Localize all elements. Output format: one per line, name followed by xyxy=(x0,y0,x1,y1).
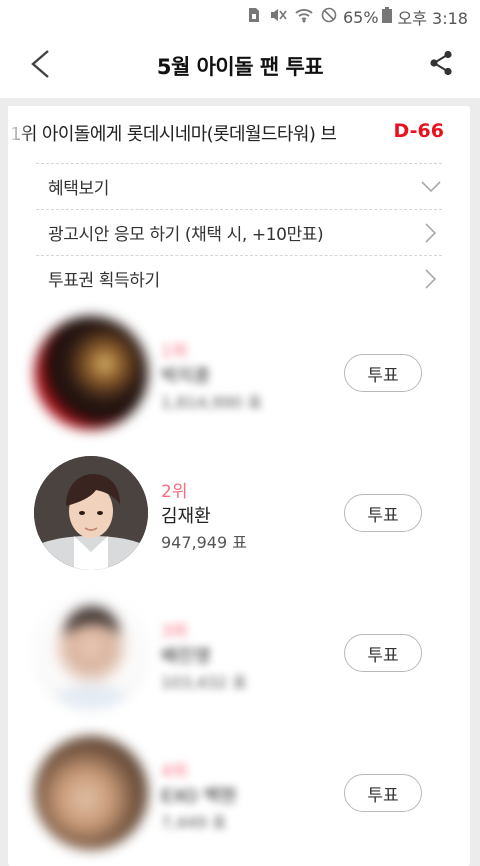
share-icon xyxy=(429,50,453,80)
vote-button[interactable]: 투표 xyxy=(344,634,422,672)
vote-button[interactable]: 투표 xyxy=(344,494,422,532)
benefit-banner[interactable]: 1위 아이돌에게 롯데시네마(롯데월드타워) 브 D-66 xyxy=(8,106,470,160)
dday-badge: D-66 xyxy=(387,120,444,142)
candidate-row: 2위 김재환 947,949 표 투표 xyxy=(34,456,444,576)
rank-label: 4위 xyxy=(161,762,188,782)
clock: 오후 3:18 xyxy=(397,9,468,28)
vote-count: 103,432 표 xyxy=(161,673,247,692)
avatar xyxy=(34,316,148,430)
candidate-info: 3위 배진영 103,432 표 xyxy=(161,620,247,696)
candidate-info: 1위 박지훈 1,814,990 표 xyxy=(161,340,262,416)
battery-icon xyxy=(381,7,392,27)
candidate-name: 박지훈 xyxy=(161,366,211,387)
wifi-icon xyxy=(295,7,313,27)
battery-percent: 65% xyxy=(342,7,379,27)
menu-get-tickets[interactable]: 투표권 획득하기 xyxy=(36,255,442,301)
status-bar: 65% 오후 3:18 xyxy=(0,0,480,34)
fade-left xyxy=(8,106,32,160)
candidate-name: EXO 백현 xyxy=(161,786,237,807)
candidate-row: 3위 배진영 103,432 표 투표 xyxy=(34,596,444,716)
banner-text: 1위 아이돌에게 롯데시네마(롯데월드타워) 브 xyxy=(10,124,337,145)
chevron-down-icon xyxy=(420,176,442,198)
vote-count: 947,949 표 xyxy=(161,533,247,552)
sim-icon xyxy=(247,7,261,27)
candidate-name: 배진영 xyxy=(161,646,211,667)
candidate-row: 4위 EXO 백현 7,449 표 투표 xyxy=(34,736,444,856)
do-not-disturb-icon xyxy=(321,7,337,27)
candidate-info: 2위 김재환 947,949 표 xyxy=(161,480,247,556)
back-button[interactable] xyxy=(22,48,58,84)
avatar xyxy=(34,596,148,710)
vote-count: 1,814,990 표 xyxy=(161,393,263,412)
share-button[interactable] xyxy=(426,50,456,80)
menu-get-tickets-label: 투표권 획득하기 xyxy=(48,271,160,291)
vote-card: 1위 아이돌에게 롯데시네마(롯데월드타워) 브 D-66 혜택보기 광고시안 … xyxy=(8,106,470,866)
menu-ad-apply[interactable]: 광고시안 응모 하기 (채택 시, +10만표) xyxy=(36,209,442,255)
page-title: 5월 아이돌 팬 투표 xyxy=(156,55,324,79)
chevron-right-icon xyxy=(420,222,442,244)
avatar xyxy=(34,456,148,570)
vote-count: 7,449 표 xyxy=(161,813,227,832)
vote-button[interactable]: 투표 xyxy=(344,774,422,812)
menu-benefits[interactable]: 혜택보기 xyxy=(36,163,442,209)
mute-icon xyxy=(269,7,287,27)
menu-ad-apply-label: 광고시안 응모 하기 (채택 시, +10만표) xyxy=(48,225,324,245)
rank-label: 2위 xyxy=(161,482,188,502)
avatar xyxy=(34,736,148,850)
candidate-name: 김재환 xyxy=(161,506,211,527)
rank-label: 3위 xyxy=(161,622,188,642)
rank-label: 1위 xyxy=(161,342,188,362)
app-header: 5월 아이돌 팬 투표 xyxy=(0,34,480,98)
chevron-left-icon xyxy=(28,49,52,83)
menu-benefits-label: 혜택보기 xyxy=(48,179,109,199)
vote-button[interactable]: 투표 xyxy=(344,354,422,392)
candidate-row: 1위 박지훈 1,814,990 표 투표 xyxy=(34,316,444,436)
candidate-info: 4위 EXO 백현 7,449 표 xyxy=(161,760,237,836)
chevron-right-icon xyxy=(420,268,442,290)
